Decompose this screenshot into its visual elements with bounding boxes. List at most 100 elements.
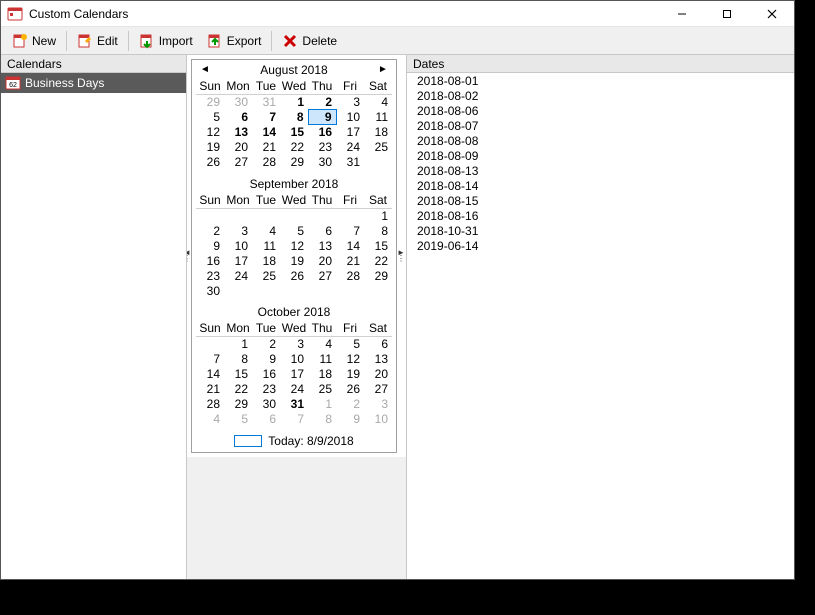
day-cell[interactable]: 1: [308, 397, 336, 412]
delete-button[interactable]: Delete: [275, 30, 344, 52]
day-cell[interactable]: 1: [364, 208, 392, 223]
day-cell[interactable]: 7: [336, 223, 364, 238]
date-item[interactable]: 2018-08-16: [407, 208, 794, 223]
day-cell[interactable]: 18: [252, 253, 280, 268]
day-cell[interactable]: 24: [224, 268, 252, 283]
next-month-button[interactable]: ►: [376, 62, 390, 76]
day-cell[interactable]: 31: [252, 95, 280, 110]
day-cell[interactable]: 16: [196, 253, 224, 268]
day-cell[interactable]: 3: [280, 337, 308, 352]
day-cell[interactable]: 31: [280, 397, 308, 412]
day-cell[interactable]: 7: [280, 412, 308, 427]
day-cell[interactable]: 26: [280, 268, 308, 283]
day-cell[interactable]: 22: [280, 140, 308, 155]
day-cell[interactable]: 9: [308, 110, 336, 125]
date-item[interactable]: 2018-10-31: [407, 223, 794, 238]
day-cell[interactable]: 29: [280, 155, 308, 170]
day-cell[interactable]: 10: [224, 238, 252, 253]
day-cell[interactable]: 20: [308, 253, 336, 268]
day-cell[interactable]: 21: [252, 140, 280, 155]
day-cell[interactable]: 15: [364, 238, 392, 253]
day-cell[interactable]: 11: [252, 238, 280, 253]
day-cell[interactable]: 31: [336, 155, 364, 170]
day-cell[interactable]: 2: [196, 223, 224, 238]
day-cell[interactable]: 29: [224, 397, 252, 412]
day-cell[interactable]: 16: [252, 367, 280, 382]
day-cell[interactable]: 13: [364, 352, 392, 367]
day-cell[interactable]: 13: [308, 238, 336, 253]
day-cell[interactable]: 6: [224, 110, 252, 125]
maximize-button[interactable]: [704, 1, 749, 26]
date-item[interactable]: 2018-08-08: [407, 133, 794, 148]
day-cell[interactable]: 20: [224, 140, 252, 155]
date-item[interactable]: 2018-08-07: [407, 118, 794, 133]
day-cell[interactable]: 8: [280, 110, 308, 125]
day-cell[interactable]: 30: [196, 283, 224, 298]
new-button[interactable]: New: [5, 30, 63, 52]
date-item[interactable]: 2018-08-02: [407, 88, 794, 103]
day-cell[interactable]: 12: [336, 352, 364, 367]
day-cell[interactable]: 10: [336, 110, 364, 125]
export-button[interactable]: Export: [200, 30, 269, 52]
date-item[interactable]: 2018-08-09: [407, 148, 794, 163]
dates-list[interactable]: 2018-08-012018-08-022018-08-062018-08-07…: [407, 73, 794, 579]
day-cell[interactable]: 18: [308, 367, 336, 382]
day-cell[interactable]: 3: [364, 397, 392, 412]
day-cell[interactable]: 12: [196, 125, 224, 140]
calendar-list-item[interactable]: 62Business Days: [1, 73, 186, 93]
day-cell[interactable]: 7: [252, 110, 280, 125]
day-cell[interactable]: 7: [196, 352, 224, 367]
day-cell[interactable]: 9: [196, 238, 224, 253]
day-cell[interactable]: 21: [336, 253, 364, 268]
date-item[interactable]: 2019-06-14: [407, 238, 794, 253]
close-button[interactable]: [749, 1, 794, 26]
day-cell[interactable]: 6: [252, 412, 280, 427]
day-cell[interactable]: 2: [252, 337, 280, 352]
day-cell[interactable]: 26: [336, 382, 364, 397]
day-cell[interactable]: 4: [308, 337, 336, 352]
day-cell[interactable]: 17: [224, 253, 252, 268]
today-link[interactable]: Today: 8/9/2018: [192, 431, 396, 452]
day-cell[interactable]: 14: [336, 238, 364, 253]
day-cell[interactable]: 5: [196, 110, 224, 125]
date-item[interactable]: 2018-08-13: [407, 163, 794, 178]
day-cell[interactable]: 9: [336, 412, 364, 427]
day-cell[interactable]: 22: [364, 253, 392, 268]
day-cell[interactable]: 14: [252, 125, 280, 140]
day-cell[interactable]: 14: [196, 367, 224, 382]
day-cell[interactable]: 22: [224, 382, 252, 397]
day-cell[interactable]: 30: [224, 95, 252, 110]
day-cell[interactable]: 23: [196, 268, 224, 283]
scroll-nib-left[interactable]: ◄⋮: [187, 250, 191, 262]
date-item[interactable]: 2018-08-01: [407, 73, 794, 88]
month-grid[interactable]: SunMonTueWedThuFriSat1234567891011121314…: [196, 192, 392, 299]
day-cell[interactable]: 27: [224, 155, 252, 170]
day-cell[interactable]: 24: [280, 382, 308, 397]
day-cell[interactable]: 1: [224, 337, 252, 352]
month-grid[interactable]: SunMonTueWedThuFriSat2930311234567891011…: [196, 78, 392, 170]
day-cell[interactable]: 19: [280, 253, 308, 268]
day-cell[interactable]: 30: [308, 155, 336, 170]
day-cell[interactable]: 2: [336, 397, 364, 412]
day-cell[interactable]: 19: [336, 367, 364, 382]
day-cell[interactable]: 9: [252, 352, 280, 367]
date-item[interactable]: 2018-08-14: [407, 178, 794, 193]
day-cell[interactable]: 15: [224, 367, 252, 382]
day-cell[interactable]: 24: [336, 140, 364, 155]
day-cell[interactable]: 28: [196, 397, 224, 412]
day-cell[interactable]: 29: [196, 95, 224, 110]
date-item[interactable]: 2018-08-06: [407, 103, 794, 118]
month-grid[interactable]: SunMonTueWedThuFriSat1234567891011121314…: [196, 320, 392, 427]
day-cell[interactable]: 27: [308, 268, 336, 283]
day-cell[interactable]: 25: [308, 382, 336, 397]
prev-month-button[interactable]: ◄: [198, 62, 212, 76]
day-cell[interactable]: 11: [308, 352, 336, 367]
day-cell[interactable]: 13: [224, 125, 252, 140]
date-item[interactable]: 2018-08-15: [407, 193, 794, 208]
day-cell[interactable]: 5: [280, 223, 308, 238]
day-cell[interactable]: 3: [224, 223, 252, 238]
day-cell[interactable]: 8: [308, 412, 336, 427]
day-cell[interactable]: 6: [308, 223, 336, 238]
day-cell[interactable]: 8: [364, 223, 392, 238]
day-cell[interactable]: 5: [224, 412, 252, 427]
